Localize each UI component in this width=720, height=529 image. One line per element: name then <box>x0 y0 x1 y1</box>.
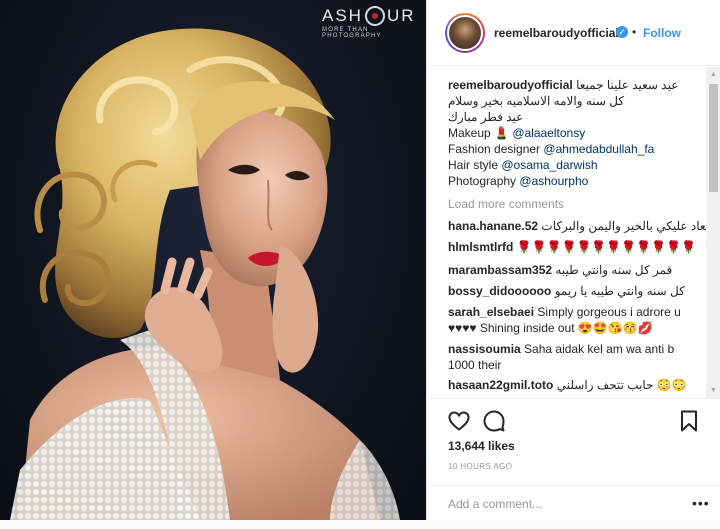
post-side-panel: reemelbaroudyofficial ✓ • Follow reemelb… <box>426 0 720 520</box>
photographer-watermark: ASH UR MORE THAN PHOTOGRAPHY <box>322 6 426 39</box>
comment-username[interactable]: hlmlsmtlrfd <box>448 240 513 254</box>
caption-credit: Makeup 💄 @alaaeltonsy <box>448 125 585 141</box>
verified-badge-icon: ✓ <box>616 26 628 38</box>
credit-label: Photography <box>448 174 520 188</box>
post-photo[interactable]: ASH UR MORE THAN PHOTOGRAPHY <box>0 0 426 520</box>
comment-item: bossy_didoooooo كل سنه وانتي طيبه يا ريم… <box>448 283 685 299</box>
caption-credit: Fashion designer @ahmedabdullah_fa <box>448 141 654 157</box>
comment-item: sarah_elsebaei Simply gorgeous i adrore … <box>448 304 681 320</box>
comment-item: hana.hanane.52 ينعاد عليكي بالخير واليمن… <box>448 218 713 234</box>
scroll-down-arrow-icon[interactable]: ▼ <box>706 383 720 398</box>
comment-text: 🌹🌹🌹🌹🌹🌹🌹🌹🌹🌹🌹🌹 <box>516 240 696 254</box>
comment-item: nassisoumia Saha aidak kel am wa anti b <box>448 341 674 357</box>
like-heart-icon[interactable] <box>447 409 471 433</box>
follow-button[interactable]: Follow <box>643 26 681 40</box>
comment-text: قمر كل سنه وانتي طيبه <box>555 263 673 277</box>
comment-username[interactable]: hasaan22gmil.toto <box>448 378 553 392</box>
post-actions: 13,644 likes 10 HOURS AGO ••• <box>427 398 720 520</box>
credit-mention[interactable]: @alaaeltonsy <box>512 126 585 140</box>
comment-username[interactable]: hana.hanane.52 <box>448 219 538 233</box>
comment-text: Saha aidak kel am wa anti b <box>524 342 675 356</box>
comment-item: hasaan22gmil.toto حابب تتحف راسلني 😳😳 <box>448 377 687 393</box>
instagram-post: ASH UR MORE THAN PHOTOGRAPHY reemelbaroud… <box>0 0 720 529</box>
credit-label: Hair style <box>448 158 502 172</box>
avatar-image <box>447 15 483 51</box>
comment-text: Simply gorgeous i adrore u <box>537 305 681 319</box>
caption-credit: Photography @ashourpho <box>448 173 588 189</box>
comments-list[interactable]: reemelbaroudyofficial عيد سعيد علينا جمي… <box>427 67 720 396</box>
caption-text-3: عيد فطر مبارك <box>448 110 524 124</box>
scrollbar-thumb[interactable] <box>709 84 718 192</box>
credit-mention[interactable]: @ashourpho <box>519 174 588 188</box>
credit-mention[interactable]: @ahmedabdullah_fa <box>543 142 654 156</box>
comments-scrollbar[interactable]: ▲ ▼ <box>706 67 720 398</box>
caption-username[interactable]: reemelbaroudyofficial <box>448 78 573 92</box>
watermark-brand-end: UR <box>386 6 416 25</box>
caption-line-1: reemelbaroudyofficial عيد سعيد علينا جمي… <box>448 77 678 93</box>
header-username[interactable]: reemelbaroudyofficial <box>494 26 619 40</box>
credit-label: Makeup 💄 <box>448 126 513 140</box>
watermark-brand: ASH <box>322 6 363 25</box>
header-separator: • <box>632 25 637 39</box>
add-comment-bar: ••• <box>427 485 720 521</box>
comment-text: ينعاد عليكي بالخير واليمن والبركات <box>541 219 713 233</box>
add-comment-input[interactable] <box>448 495 688 513</box>
post-header: reemelbaroudyofficial ✓ • Follow <box>427 0 720 66</box>
likes-count[interactable]: 13,644 likes <box>448 439 515 453</box>
comment-text-continued: ♥♥♥♥ Shining inside out 😍🤩😘😚💋 <box>448 321 653 335</box>
watermark-tagline: MORE THAN PHOTOGRAPHY <box>322 27 382 39</box>
save-bookmark-icon[interactable] <box>677 409 701 433</box>
caption-credit: Hair style @osama_darwish <box>448 157 598 173</box>
camera-lens-logo-icon <box>364 6 385 26</box>
load-more-comments-link[interactable]: Load more comments <box>448 196 564 212</box>
comment-item: hlmlsmtlrfd 🌹🌹🌹🌹🌹🌹🌹🌹🌹🌹🌹🌹 <box>448 239 696 255</box>
comment-username[interactable]: nassisoumia <box>448 342 521 356</box>
comment-text: كل سنه وانتي طيبه يا ريمو <box>554 284 685 298</box>
comment-text: حابب تتحف راسلني 😳😳 <box>556 378 687 392</box>
comment-bubble-icon[interactable] <box>482 409 506 433</box>
scroll-up-arrow-icon[interactable]: ▲ <box>706 67 720 82</box>
comment-text-continued: 1000 their <box>448 358 502 372</box>
caption-text-1: عيد سعيد علينا جميعا <box>576 78 679 92</box>
comment-username[interactable]: sarah_elsebaei <box>448 305 534 319</box>
caption-text-2: كل سنه والامه الاسلاميه بخير وسلام <box>448 94 625 108</box>
avatar[interactable] <box>445 13 485 53</box>
portrait-illustration <box>10 28 400 520</box>
comment-username[interactable]: bossy_didoooooo <box>448 284 551 298</box>
credit-label: Fashion designer <box>448 142 544 156</box>
comment-item: marambassam352 قمر كل سنه وانتي طيبه <box>448 262 672 278</box>
credit-mention[interactable]: @osama_darwish <box>501 158 597 172</box>
post-timestamp[interactable]: 10 HOURS AGO <box>448 462 512 471</box>
more-options-icon[interactable]: ••• <box>692 495 710 511</box>
comment-username[interactable]: marambassam352 <box>448 263 552 277</box>
